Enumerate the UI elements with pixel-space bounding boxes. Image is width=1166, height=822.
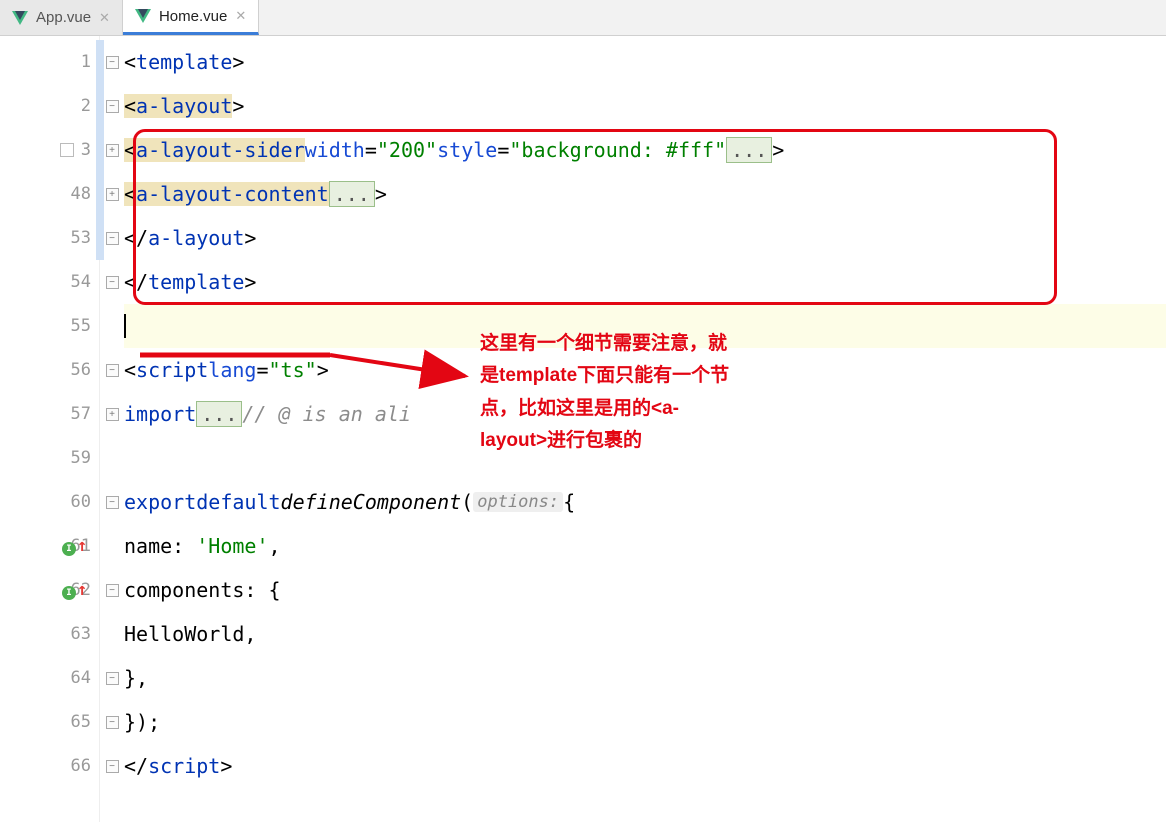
fold-toggle[interactable]: −	[106, 584, 119, 597]
close-icon[interactable]: ✕	[99, 10, 110, 26]
line-number: 64	[0, 656, 99, 700]
arrow-up-icon: ↑	[77, 536, 87, 556]
code-line[interactable]: export default defineComponent( options:…	[124, 480, 1166, 524]
code-line[interactable]: <a-layout-sider width="200" style="backg…	[124, 128, 1166, 172]
code-line[interactable]: <a-layout-content...>	[124, 172, 1166, 216]
arrow-up-icon: ↑	[77, 580, 87, 600]
fold-toggle[interactable]: −	[106, 276, 119, 289]
fold-toggle[interactable]: −	[106, 496, 119, 509]
fold-toggle[interactable]: −	[106, 364, 119, 377]
tab-label: Home.vue	[159, 8, 227, 25]
line-number: 54	[0, 260, 99, 304]
line-number-gutter: 1 2 3 48 53 54 55 56 57 59 60 I↑61 I↑62 …	[0, 36, 100, 822]
code-line[interactable]: name: 'Home',	[124, 524, 1166, 568]
line-number: 59	[0, 436, 99, 480]
code-area[interactable]: <template> <a-layout> <a-layout-sider wi…	[124, 36, 1166, 822]
code-line[interactable]: </script>	[124, 744, 1166, 788]
line-number: I↑61	[0, 524, 99, 568]
folded-region[interactable]: ...	[196, 401, 242, 427]
inlay-indicator-icon[interactable]: I	[62, 586, 76, 600]
line-number: 65	[0, 700, 99, 744]
code-line[interactable]: <script lang="ts">	[124, 348, 1166, 392]
close-icon[interactable]: ✕	[235, 8, 246, 24]
code-line[interactable]: HelloWorld,	[124, 612, 1166, 656]
line-number: 55	[0, 304, 99, 348]
fold-toggle[interactable]: +	[106, 144, 119, 157]
folded-region[interactable]: ...	[726, 137, 772, 163]
inlay-indicator-icon[interactable]: I	[62, 542, 76, 556]
fold-toggle[interactable]: +	[106, 188, 119, 201]
line-number: 2	[0, 84, 99, 128]
breakpoint-slot[interactable]	[60, 143, 74, 157]
tab-label: App.vue	[36, 9, 91, 26]
change-marker	[96, 172, 104, 216]
tab-bar: App.vue ✕ Home.vue ✕	[0, 0, 1166, 36]
code-line[interactable]: },	[124, 656, 1166, 700]
code-line[interactable]: import ... // @ is an ali	[124, 392, 1166, 436]
line-number: 57	[0, 392, 99, 436]
line-number: 63	[0, 612, 99, 656]
code-line[interactable]: components: {	[124, 568, 1166, 612]
fold-toggle[interactable]: −	[106, 716, 119, 729]
line-number: I↑62	[0, 568, 99, 612]
code-line[interactable]: });	[124, 700, 1166, 744]
inlay-hint: options:	[473, 492, 563, 512]
change-marker	[96, 84, 104, 128]
line-number: 53	[0, 216, 99, 260]
code-line[interactable]	[124, 436, 1166, 480]
vue-icon	[135, 9, 151, 23]
text-caret	[124, 314, 126, 338]
code-line[interactable]: <a-layout>	[124, 84, 1166, 128]
vue-icon	[12, 11, 28, 25]
code-line[interactable]: <template>	[124, 40, 1166, 84]
tab-home-vue[interactable]: Home.vue ✕	[123, 0, 259, 35]
change-marker	[96, 216, 104, 260]
fold-toggle[interactable]: −	[106, 56, 119, 69]
fold-toggle[interactable]: −	[106, 100, 119, 113]
line-number: 66	[0, 744, 99, 788]
fold-toggle[interactable]: +	[106, 408, 119, 421]
folded-region[interactable]: ...	[329, 181, 375, 207]
fold-toggle[interactable]: −	[106, 672, 119, 685]
editor: 1 2 3 48 53 54 55 56 57 59 60 I↑61 I↑62 …	[0, 36, 1166, 822]
line-number: 56	[0, 348, 99, 392]
change-marker	[96, 40, 104, 84]
fold-toggle[interactable]: −	[106, 232, 119, 245]
code-line[interactable]: </template>	[124, 260, 1166, 304]
tab-app-vue[interactable]: App.vue ✕	[0, 0, 123, 35]
code-line[interactable]: </a-layout>	[124, 216, 1166, 260]
line-number: 3	[0, 128, 99, 172]
line-number: 60	[0, 480, 99, 524]
code-line-current[interactable]	[124, 304, 1166, 348]
line-number: 48	[0, 172, 99, 216]
line-number: 1	[0, 40, 99, 84]
fold-toggle[interactable]: −	[106, 760, 119, 773]
change-marker	[96, 128, 104, 172]
